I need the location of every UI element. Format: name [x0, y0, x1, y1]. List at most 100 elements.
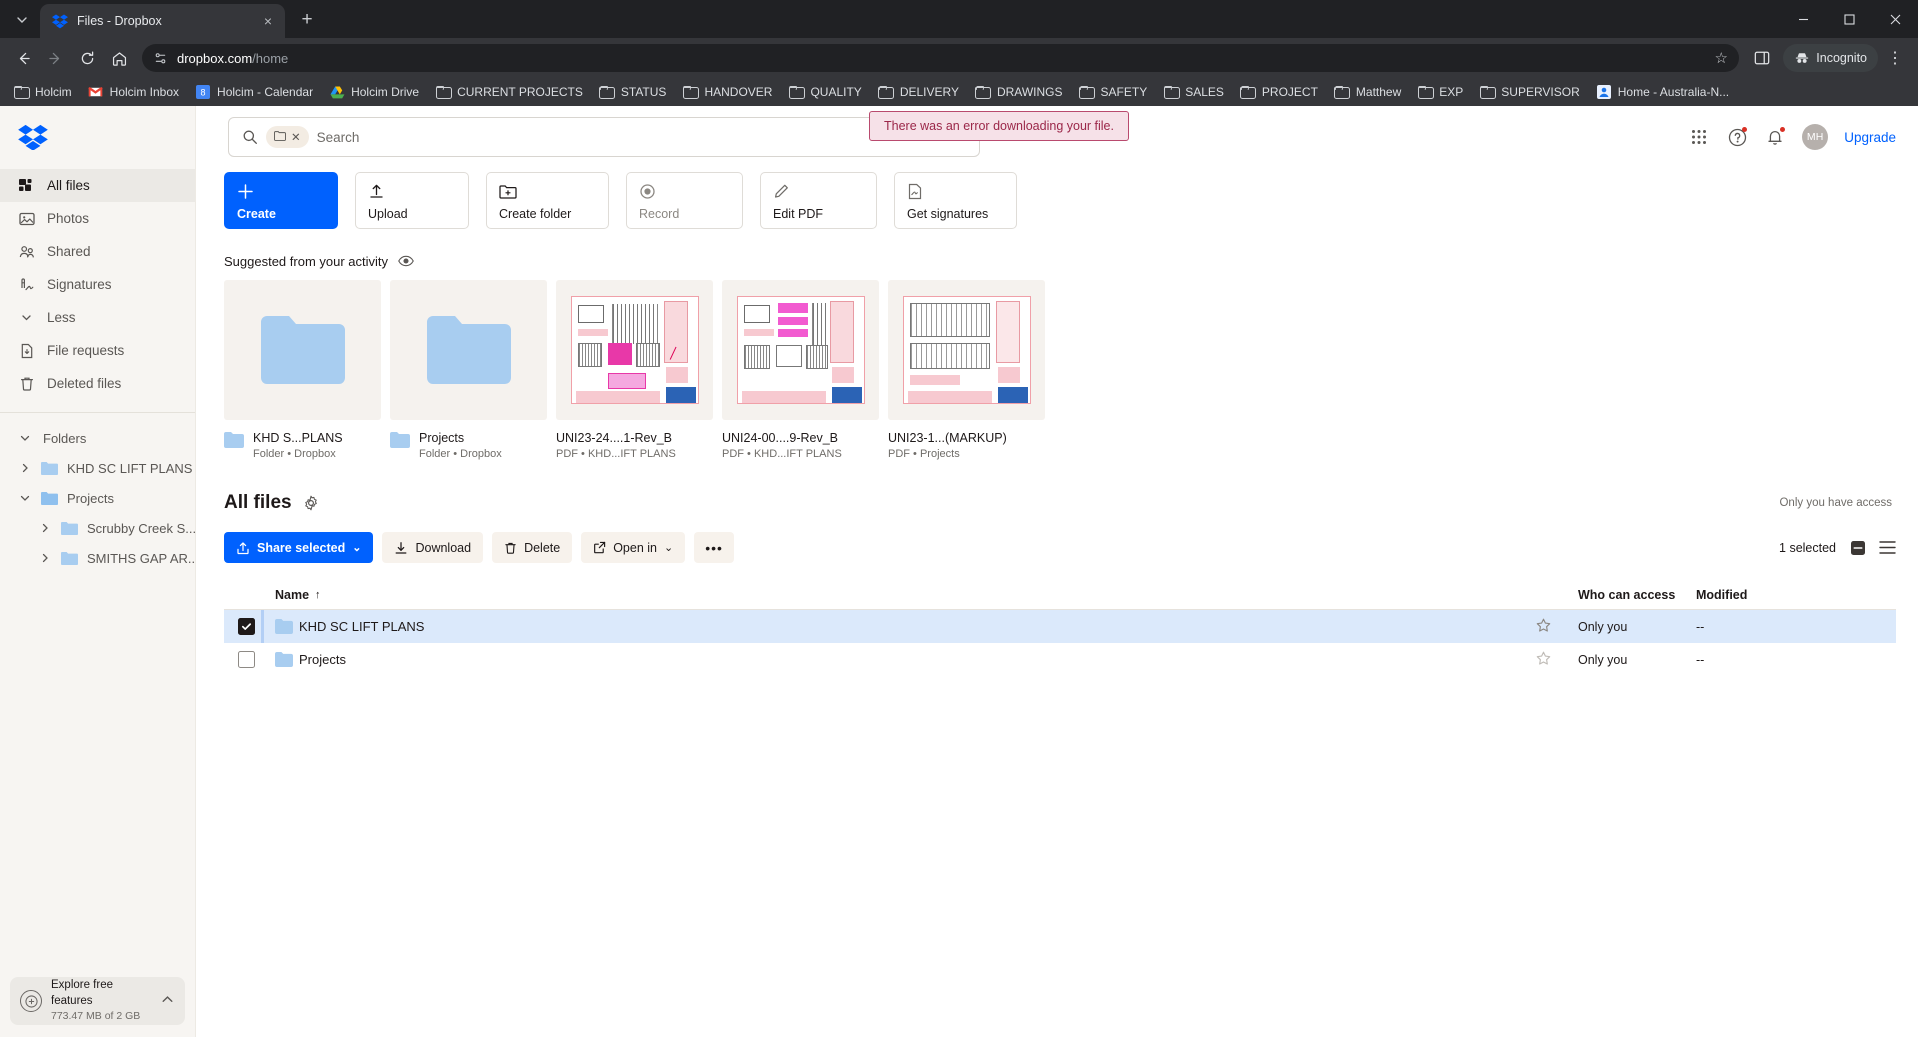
dropbox-logo[interactable]	[0, 106, 195, 169]
tab-search-button[interactable]	[8, 6, 36, 34]
header-name[interactable]: Name ↑	[261, 588, 1536, 602]
card-text: UNI24-00....9-Rev_B PDF • KHD...IFT PLAN…	[722, 431, 842, 460]
maximize-icon[interactable]	[1826, 0, 1872, 38]
sidebar-item-signatures[interactable]: Signatures	[0, 268, 195, 301]
sidebar-tree-item[interactable]: Scrubby Creek S...	[0, 513, 195, 543]
edit-pdf-button[interactable]: Edit PDF	[760, 172, 877, 229]
bookmark-item[interactable]: Holcim	[6, 82, 79, 102]
bookmark-item[interactable]: PROJECT	[1233, 82, 1325, 102]
header-modified[interactable]: Modified	[1696, 588, 1896, 602]
bookmark-item[interactable]: Matthew	[1327, 82, 1408, 102]
suggested-card[interactable]: UNI23-1...(MARKUP) PDF • Projects	[888, 280, 1045, 460]
bookmark-item[interactable]: SAFETY	[1072, 82, 1155, 102]
sidebar-tree-item[interactable]: KHD SC LIFT PLANS	[0, 453, 195, 483]
table-row[interactable]: Projects Only you --	[224, 643, 1896, 676]
bookmark-item[interactable]: HANDOVER	[675, 82, 779, 102]
bookmark-item[interactable]: SUPERVISOR	[1472, 82, 1586, 102]
avatar[interactable]: MH	[1802, 124, 1828, 150]
bookmark-item[interactable]: STATUS	[592, 82, 674, 102]
row-checkbox-cell	[224, 651, 261, 668]
row-checkbox[interactable]	[238, 651, 255, 668]
bookmark-item[interactable]: QUALITY	[781, 82, 868, 102]
bookmark-item[interactable]: 8 Holcim - Calendar	[188, 82, 320, 102]
bookmark-item[interactable]: EXP	[1410, 82, 1470, 102]
close-icon[interactable]: ×	[259, 12, 277, 30]
bookmark-item[interactable]: DELIVERY	[871, 82, 966, 102]
folder-icon	[61, 521, 78, 535]
sidebar-item-all-files[interactable]: All files	[0, 169, 195, 202]
header-access[interactable]: Who can access	[1578, 588, 1696, 602]
card-name: UNI23-1...(MARKUP)	[888, 431, 1007, 445]
suggested-card[interactable]: Projects Folder • Dropbox	[390, 280, 547, 460]
bookmark-item[interactable]: Home - Australia-N...	[1589, 82, 1736, 102]
chevron-down-icon[interactable]	[18, 492, 32, 504]
sidebar-item-less[interactable]: Less	[0, 301, 195, 334]
eye-icon[interactable]	[398, 253, 414, 269]
upload-button[interactable]: Upload	[355, 172, 469, 229]
star-icon[interactable]	[1536, 620, 1551, 636]
page-settings-icon[interactable]	[152, 50, 168, 66]
bookmark-item[interactable]: Holcim Drive	[322, 82, 426, 102]
suggested-card[interactable]: UNI24-00....9-Rev_B PDF • KHD...IFT PLAN…	[722, 280, 879, 460]
sidebar-tree-item[interactable]: SMITHS GAP AR...	[0, 543, 195, 573]
bookmark-item[interactable]: Holcim Inbox	[81, 82, 186, 102]
record-button[interactable]: Record	[626, 172, 743, 229]
more-options-button[interactable]: •••	[694, 532, 734, 563]
bookmark-item[interactable]: SALES	[1156, 82, 1231, 102]
row-star-cell[interactable]	[1536, 651, 1578, 669]
upgrade-link[interactable]: Upgrade	[1844, 130, 1896, 145]
minus-box-icon[interactable]	[1849, 539, 1866, 556]
bookmark-star-icon[interactable]: ☆	[1713, 50, 1729, 66]
chevron-right-icon[interactable]	[38, 522, 52, 534]
new-tab-button[interactable]: +	[293, 6, 321, 34]
browser-menu-icon[interactable]: ⋮	[1880, 43, 1910, 73]
sidebar-tree-item[interactable]: Projects	[0, 483, 195, 513]
row-star-cell[interactable]	[1536, 618, 1578, 636]
settings-gear-icon[interactable]	[303, 495, 319, 511]
scope-clear-icon[interactable]: ✕	[291, 130, 301, 144]
row-name-cell[interactable]: KHD SC LIFT PLANS	[261, 619, 1536, 634]
suggested-card[interactable]: KHD S...PLANS Folder • Dropbox	[224, 280, 381, 460]
sidebar-item-file-requests[interactable]: File requests	[0, 334, 195, 367]
create-label: Create	[237, 207, 276, 221]
incognito-indicator[interactable]: Incognito	[1783, 44, 1878, 72]
list-view-icon[interactable]	[1879, 539, 1896, 556]
star-icon[interactable]	[1536, 653, 1551, 669]
search-scope-chip[interactable]: ✕	[266, 126, 309, 148]
sidebar-item-shared[interactable]: Shared	[0, 235, 195, 268]
bookmark-item[interactable]: DRAWINGS	[968, 82, 1070, 102]
delete-button[interactable]: Delete	[492, 532, 572, 563]
chevron-right-icon[interactable]	[38, 552, 52, 564]
side-panel-icon[interactable]	[1747, 43, 1777, 73]
create-folder-button[interactable]: Create folder	[486, 172, 609, 229]
minimize-icon[interactable]	[1780, 0, 1826, 38]
open-in-button[interactable]: Open in ⌄	[581, 532, 685, 563]
back-icon[interactable]	[8, 43, 38, 73]
help-icon[interactable]	[1726, 126, 1748, 148]
chevron-right-icon[interactable]	[18, 462, 32, 474]
get-signatures-button[interactable]: Get signatures	[894, 172, 1017, 229]
reload-icon[interactable]	[72, 43, 102, 73]
search-input[interactable]: ✕ Search	[228, 117, 980, 157]
chevron-up-icon[interactable]	[160, 992, 175, 1010]
row-name-cell[interactable]: Projects	[261, 652, 1536, 667]
row-checkbox[interactable]	[238, 618, 255, 635]
close-window-icon[interactable]	[1872, 0, 1918, 38]
create-button[interactable]: Create	[224, 172, 338, 229]
forward-icon[interactable]	[40, 43, 70, 73]
bookmark-item[interactable]: CURRENT PROJECTS	[428, 82, 590, 102]
browser-tab[interactable]: Files - Dropbox ×	[40, 4, 285, 38]
address-bar[interactable]: dropbox.com/home ☆	[142, 44, 1739, 72]
suggested-card[interactable]: UNI23-24....1-Rev_B PDF • KHD...IFT PLAN…	[556, 280, 713, 460]
home-icon[interactable]	[104, 43, 134, 73]
folder-open-icon	[41, 491, 58, 505]
sidebar-item-deleted-files[interactable]: Deleted files	[0, 367, 195, 400]
notifications-icon[interactable]	[1764, 126, 1786, 148]
grid-apps-icon[interactable]	[1688, 126, 1710, 148]
folders-header[interactable]: Folders	[0, 423, 195, 453]
upsell-panel[interactable]: Explore free features 773.47 MB of 2 GB	[10, 977, 185, 1025]
table-row[interactable]: KHD SC LIFT PLANS Only you --	[224, 610, 1896, 643]
download-button[interactable]: Download	[382, 532, 483, 563]
share-selected-button[interactable]: Share selected ⌄	[224, 532, 373, 563]
sidebar-item-photos[interactable]: Photos	[0, 202, 195, 235]
